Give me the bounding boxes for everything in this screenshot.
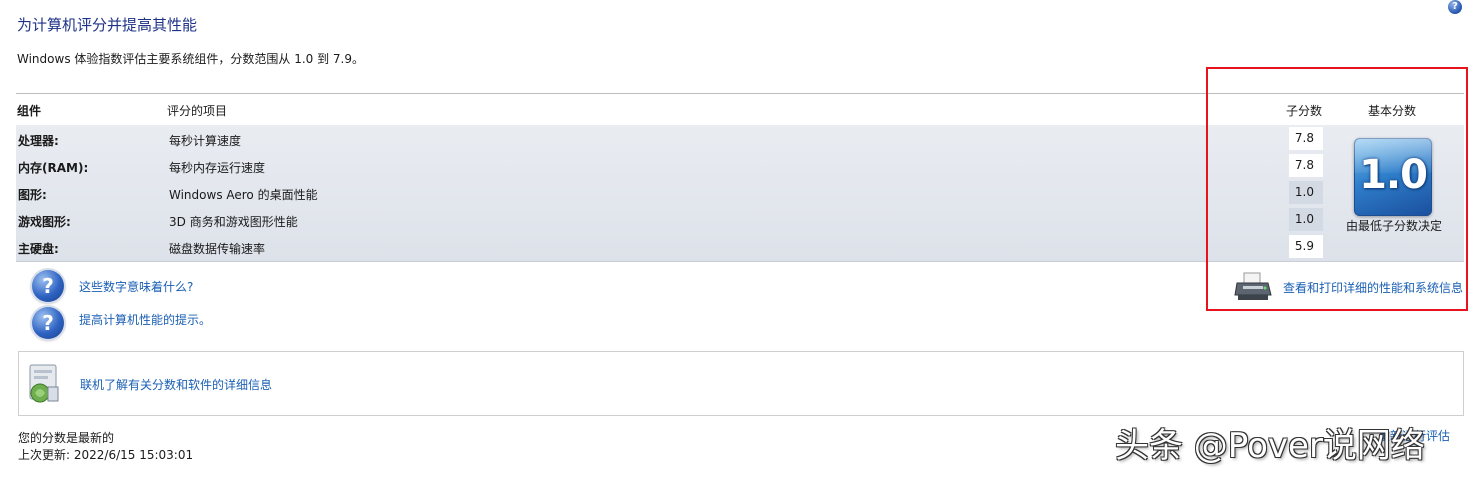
score-status: 您的分数是最新的 (18, 431, 115, 445)
row-component-memory: 内存(RAM): (18, 161, 89, 175)
improve-performance-tips-link[interactable]: 提高计算机性能的提示。 (79, 311, 211, 328)
view-print-details-link[interactable]: 查看和打印详细的性能和系统信息 (1283, 279, 1463, 296)
page-subtitle: Windows 体验指数评估主要系统组件，分数范围从 1.0 到 7.9。 (17, 52, 364, 66)
last-update: 上次更新: 2022/6/15 15:03:01 (18, 448, 194, 462)
row-description-gaming-graphics: 3D 商务和游戏图形性能 (169, 215, 298, 229)
row-description-memory: 每秒内存运行速度 (169, 161, 266, 175)
column-header-rated-item: 评分的项目 (167, 104, 228, 118)
question-circle-icon: ? (32, 307, 64, 339)
page-title: 为计算机评分并提高其性能 (17, 16, 198, 34)
what-numbers-mean-link[interactable]: 这些数字意味着什么? (79, 278, 193, 295)
column-header-component: 组件 (17, 104, 42, 118)
row-description-processor: 每秒计算速度 (169, 134, 242, 148)
printer-icon (1234, 272, 1272, 300)
watermark: 头条 @Pover说网络 (1115, 426, 1425, 466)
row-description-primary-disk: 磁盘数据传输速率 (169, 242, 266, 256)
help-icon[interactable]: ? (1448, 0, 1462, 14)
row-description-graphics: Windows Aero 的桌面性能 (169, 188, 318, 202)
online-info-link[interactable]: 联机了解有关分数和软件的详细信息 (80, 376, 272, 393)
row-component-gaming-graphics: 游戏图形: (18, 215, 71, 229)
row-component-graphics: 图形: (18, 188, 47, 202)
row-component-processor: 处理器: (18, 134, 59, 148)
question-circle-icon: ? (32, 270, 64, 302)
online-info-icon (29, 364, 59, 403)
row-component-primary-disk: 主硬盘: (18, 242, 59, 256)
